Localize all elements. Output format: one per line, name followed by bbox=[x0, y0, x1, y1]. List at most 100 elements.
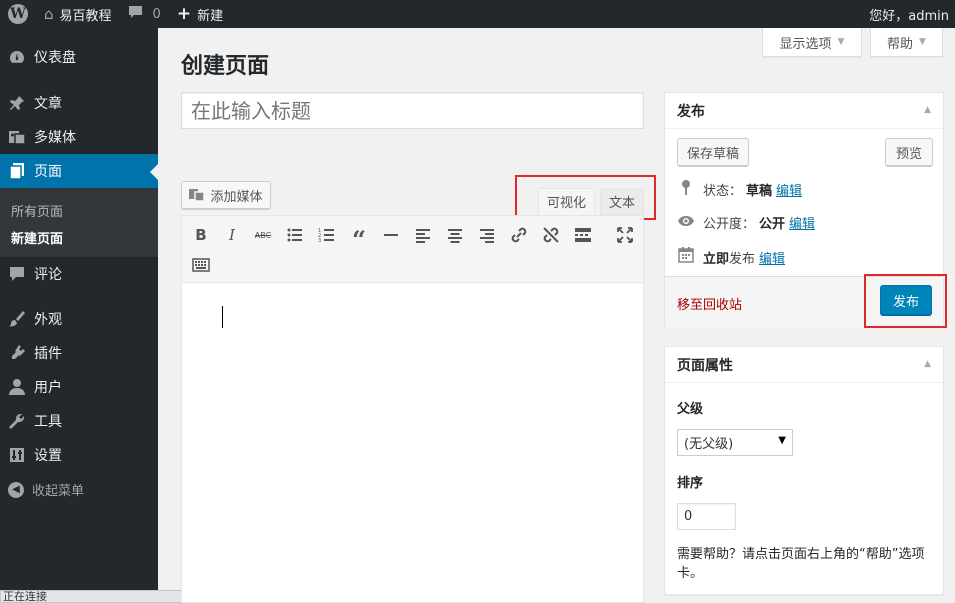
sidebar-item-label: 用户 bbox=[34, 380, 62, 396]
page-attributes-header[interactable]: 页面属性 ▲ bbox=[665, 347, 943, 383]
calendar-icon bbox=[677, 247, 695, 267]
admin-sidebar: 仪表盘 文章 多媒体 页面 所有页面 新建页面 评论 外观 插件 用户 工具 设… bbox=[0, 28, 158, 603]
fullscreen-icon[interactable] bbox=[613, 223, 637, 247]
home-icon: ⌂ bbox=[44, 5, 54, 23]
account-link[interactable]: 您好，admin bbox=[869, 0, 949, 28]
sidebar-item-pages[interactable]: 页面 bbox=[0, 154, 158, 188]
move-to-trash-link[interactable]: 移至回收站 bbox=[677, 294, 742, 313]
svg-text:3: 3 bbox=[318, 238, 321, 244]
sidebar-item-media[interactable]: 多媒体 bbox=[0, 120, 158, 154]
order-label: 排序 bbox=[677, 476, 704, 491]
sidebar-item-dashboard[interactable]: 仪表盘 bbox=[0, 40, 158, 74]
read-more-icon[interactable] bbox=[571, 223, 595, 247]
sidebar-item-label: 评论 bbox=[34, 267, 62, 283]
edit-status-link[interactable]: 编辑 bbox=[776, 180, 802, 199]
sidebar-item-plugins[interactable]: 插件 bbox=[0, 336, 158, 370]
user-icon bbox=[8, 378, 26, 396]
visibility-label: 公开度： bbox=[703, 217, 756, 232]
eye-icon bbox=[677, 215, 695, 231]
screen-options-button[interactable]: 显示选项 ▼ bbox=[762, 28, 862, 57]
sidebar-item-label: 多媒体 bbox=[34, 130, 76, 146]
sidebar-item-label: 工具 bbox=[34, 414, 62, 430]
caret-down-icon: ▼ bbox=[837, 37, 845, 47]
new-content-link[interactable]: + 新建 bbox=[169, 0, 231, 28]
page-title: 创建页面 bbox=[181, 54, 270, 79]
save-draft-button[interactable]: 保存草稿 bbox=[677, 138, 749, 166]
toolbar-toggle-icon[interactable] bbox=[189, 253, 213, 277]
comments-count: 0 bbox=[152, 6, 161, 22]
sidebar-item-tools[interactable]: 工具 bbox=[0, 404, 158, 438]
admin-bar: W ⌂ 易百教程 0 + 新建 您好，admin bbox=[0, 0, 955, 28]
status-label: 状态： bbox=[703, 183, 743, 199]
help-text: 需要帮助？请点击页面右上角的“帮助”选项卡。 bbox=[677, 547, 925, 581]
comments-link[interactable]: 0 bbox=[120, 0, 169, 28]
sidebar-item-posts[interactable]: 文章 bbox=[0, 86, 158, 120]
horizontal-line-icon[interactable] bbox=[379, 223, 403, 247]
editor-content-area[interactable] bbox=[181, 283, 644, 603]
order-input[interactable]: 0 bbox=[677, 503, 736, 530]
sidebar-item-label: 外观 bbox=[34, 312, 62, 328]
publish-box-header[interactable]: 发布 ▲ bbox=[665, 93, 943, 129]
plugin-icon bbox=[8, 344, 26, 362]
align-right-icon[interactable] bbox=[475, 223, 499, 247]
caret-down-icon: ▼ bbox=[919, 37, 926, 47]
edit-schedule-link[interactable]: 编辑 bbox=[759, 248, 785, 267]
numbered-list-icon[interactable]: 123 bbox=[315, 223, 339, 247]
sidebar-item-label: 插件 bbox=[34, 346, 62, 362]
sidebar-item-settings[interactable]: 设置 bbox=[0, 438, 158, 472]
unlink-icon[interactable] bbox=[539, 223, 563, 247]
schedule-row: 立即 发布 编辑 bbox=[677, 247, 785, 267]
edit-visibility-link[interactable]: 编辑 bbox=[789, 213, 815, 232]
pin-icon bbox=[677, 179, 695, 199]
dropdown-arrow-icon: ▼ bbox=[778, 435, 786, 446]
comment-icon bbox=[8, 265, 26, 283]
sidebar-item-label: 页面 bbox=[34, 164, 62, 180]
link-icon[interactable] bbox=[507, 223, 531, 247]
bullet-list-icon[interactable] bbox=[283, 223, 307, 247]
help-label: 帮助 bbox=[887, 36, 914, 52]
status-row: 状态： 草稿 编辑 bbox=[677, 179, 802, 199]
highlight-box-editor-tabs bbox=[515, 175, 656, 220]
wordpress-icon: W bbox=[8, 4, 28, 24]
page-attributes-box: 页面属性 ▲ 父级 (无父级) ▼ 排序 0 需要帮助？请点击页面右上角的“帮助… bbox=[664, 346, 944, 595]
text-cursor bbox=[222, 306, 223, 328]
parent-label: 父级 bbox=[677, 402, 704, 417]
dashboard-icon bbox=[8, 48, 26, 66]
editor-toolbar: B I ABC 123 “ bbox=[181, 215, 644, 283]
submenu-new-page[interactable]: 新建页面 bbox=[11, 228, 63, 247]
sidebar-item-label: 文章 bbox=[34, 96, 62, 112]
submenu-all-pages[interactable]: 所有页面 bbox=[11, 201, 63, 220]
help-button[interactable]: 帮助 ▼ bbox=[870, 28, 943, 57]
preview-button[interactable]: 预览 bbox=[885, 138, 933, 166]
collapse-arrow-icon[interactable]: ▲ bbox=[924, 105, 931, 115]
wrench-icon bbox=[8, 412, 26, 430]
pin-icon bbox=[8, 94, 26, 112]
title-input[interactable]: 在此输入标题 bbox=[181, 92, 644, 129]
align-left-icon[interactable] bbox=[411, 223, 435, 247]
sidebar-item-appearance[interactable]: 外观 bbox=[0, 302, 158, 336]
status-value: 草稿 bbox=[746, 183, 773, 199]
media-icon bbox=[8, 128, 26, 146]
blockquote-icon[interactable]: “ bbox=[347, 223, 371, 254]
add-media-label: 添加媒体 bbox=[210, 189, 263, 205]
visibility-row: 公开度： 公开 编辑 bbox=[677, 213, 815, 232]
strikethrough-icon[interactable]: ABC bbox=[251, 223, 275, 247]
collapse-arrow-icon[interactable]: ▲ bbox=[924, 359, 931, 369]
sidebar-item-label: 仪表盘 bbox=[34, 50, 76, 66]
page-attributes-title: 页面属性 bbox=[677, 357, 733, 374]
visibility-value: 公开 bbox=[759, 217, 786, 232]
brush-icon bbox=[8, 310, 26, 328]
add-media-button[interactable]: 添加媒体 bbox=[181, 181, 271, 209]
collapse-menu-button[interactable]: ◀ 收起菜单 bbox=[8, 480, 84, 499]
parent-select[interactable]: (无父级) ▼ bbox=[677, 429, 793, 456]
site-name-link[interactable]: ⌂ 易百教程 bbox=[36, 0, 120, 28]
pages-submenu: 所有页面 新建页面 bbox=[0, 188, 158, 257]
bold-icon[interactable]: B bbox=[189, 223, 213, 247]
align-center-icon[interactable] bbox=[443, 223, 467, 247]
sidebar-item-users[interactable]: 用户 bbox=[0, 370, 158, 404]
comment-icon bbox=[128, 5, 143, 23]
sidebar-item-comments[interactable]: 评论 bbox=[0, 257, 158, 291]
highlight-box-publish bbox=[864, 274, 947, 328]
wordpress-logo-button[interactable]: W bbox=[0, 0, 36, 28]
italic-icon[interactable]: I bbox=[220, 223, 244, 247]
